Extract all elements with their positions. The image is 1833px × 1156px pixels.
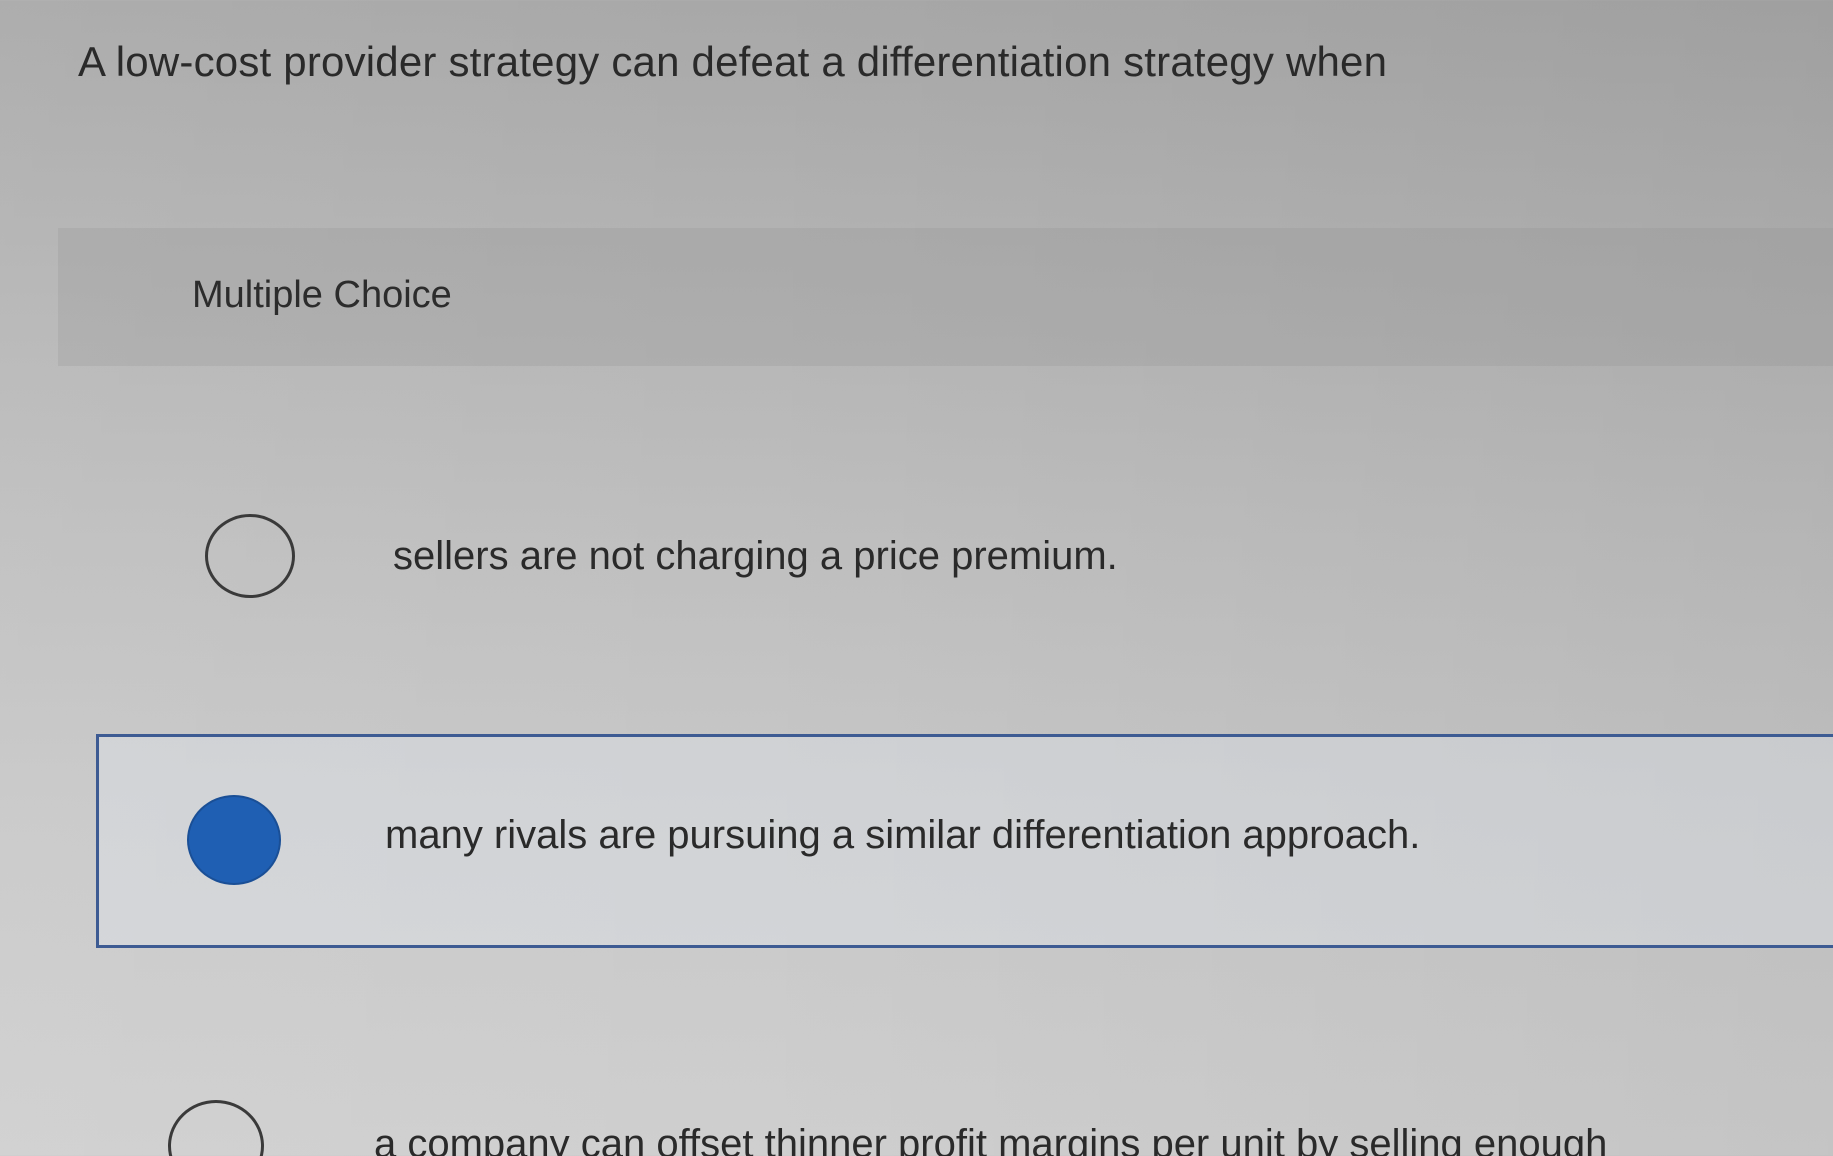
answer-option-1-text: sellers are not charging a price premium…: [393, 534, 1118, 578]
multiple-choice-label: Multiple Choice: [192, 274, 452, 316]
answer-option-1[interactable]: sellers are not charging a price premium…: [118, 460, 1833, 654]
answer-option-3-text: a company can offset thinner profit marg…: [374, 1122, 1608, 1156]
radio-button-unselected-icon[interactable]: [168, 1100, 264, 1156]
radio-button-unselected-icon[interactable]: [205, 514, 295, 598]
radio-button-selected-icon[interactable]: [187, 795, 281, 885]
question-text: A low-cost provider strategy can defeat …: [78, 38, 1388, 85]
answer-option-2-selected[interactable]: many rivals are pursuing a similar diffe…: [96, 734, 1833, 948]
answer-option-2-text: many rivals are pursuing a similar diffe…: [385, 813, 1421, 857]
answer-option-3[interactable]: a company can offset thinner profit marg…: [118, 1080, 1833, 1156]
